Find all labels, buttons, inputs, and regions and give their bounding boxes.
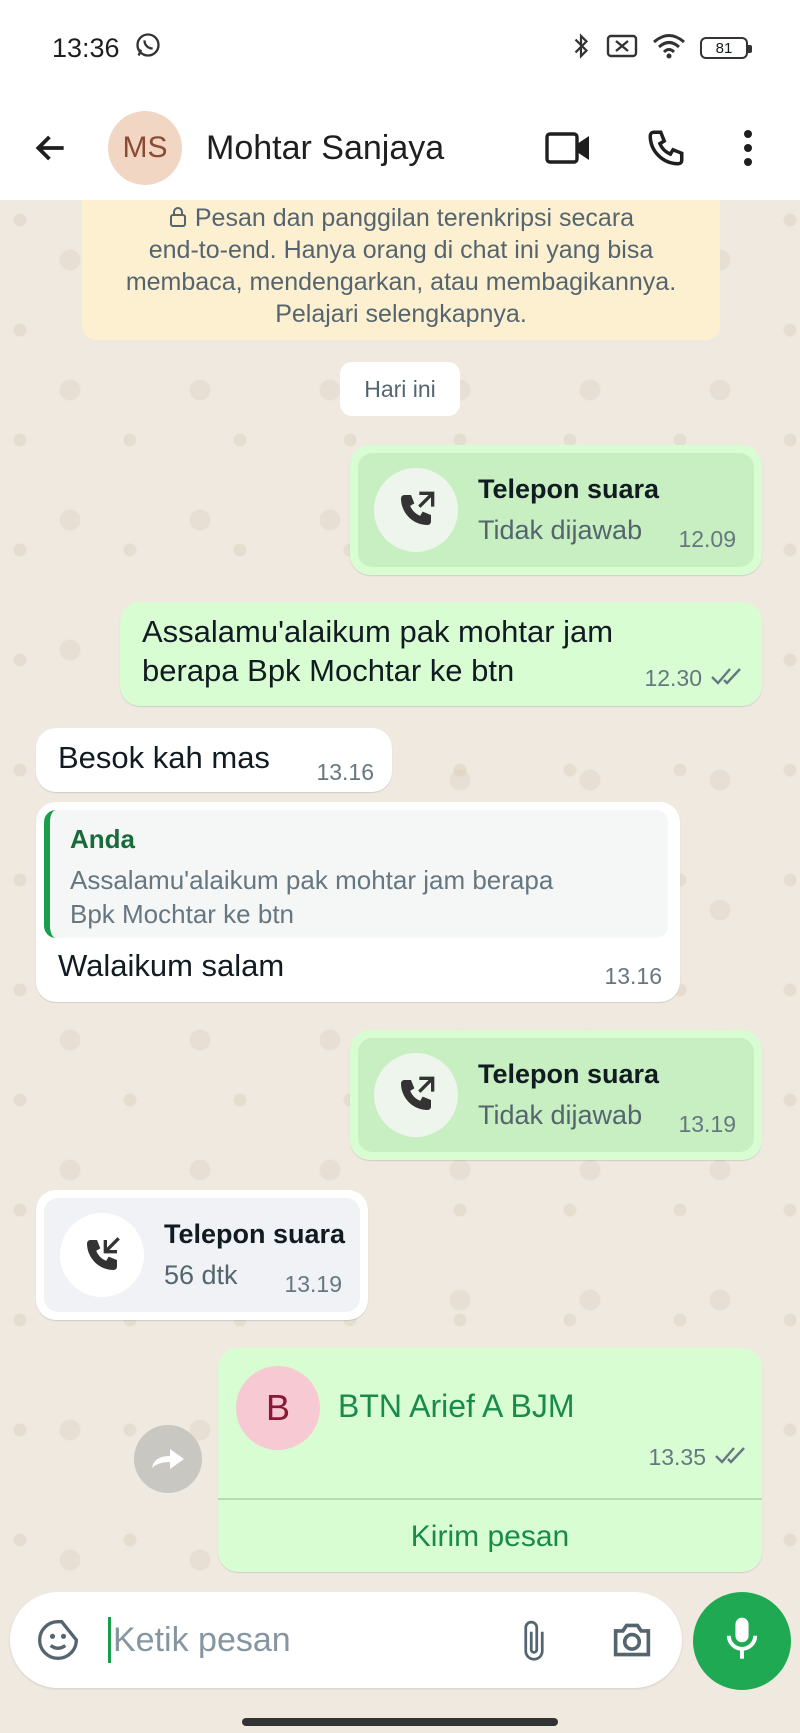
- call-message-2[interactable]: Telepon suara Tidak dijawab 13.19: [350, 1030, 762, 1160]
- phone-icon[interactable]: [626, 108, 706, 188]
- quote-text-line-2: Bpk Mochtar ke btn: [70, 899, 294, 929]
- back-arrow-icon[interactable]: [16, 113, 86, 183]
- message-text: Besok kah mas: [58, 740, 270, 775]
- avatar: B: [236, 1366, 320, 1450]
- encryption-line-2: end-to-end. Hanya orang di chat ini yang…: [148, 236, 654, 264]
- avatar[interactable]: MS: [108, 111, 182, 185]
- video-call-icon[interactable]: [528, 108, 608, 188]
- text-message-1[interactable]: Assalamu'alaikum pak mohtar jam berapa B…: [120, 602, 762, 706]
- quoted-message[interactable]: Anda Assalamu'alaikum pak mohtar jam ber…: [44, 810, 668, 938]
- battery-icon: 81: [700, 37, 752, 59]
- call-status: Tidak dijawab: [478, 515, 643, 545]
- contact-card-name: BTN Arief A BJM: [338, 1388, 575, 1424]
- message-text: Walaikum salam: [58, 948, 285, 983]
- call-message-1[interactable]: Telepon suara Tidak dijawab 12.09: [350, 445, 762, 575]
- encryption-notice[interactable]: Pesan dan panggilan terenkripsi secara e…: [82, 200, 720, 340]
- call-title: Telepon suara: [164, 1219, 346, 1249]
- call-title: Telepon suara: [478, 1059, 660, 1089]
- message-input[interactable]: Ketik pesan: [108, 1617, 498, 1663]
- message-time: 13.16: [316, 759, 374, 785]
- message-time: 13.35: [648, 1444, 706, 1470]
- encryption-line-1: Pesan dan panggilan terenkripsi secara: [194, 204, 635, 232]
- message-input-placeholder: Ketik pesan: [113, 1620, 291, 1659]
- contact-name[interactable]: Mohtar Sanjaya: [206, 129, 528, 168]
- status-time: 13:36: [52, 32, 120, 63]
- mute-icon: [606, 33, 638, 64]
- lock-icon: [168, 204, 188, 232]
- chat-area[interactable]: Pesan dan panggilan terenkripsi secara e…: [0, 200, 800, 1590]
- wifi-icon: [652, 32, 686, 65]
- mic-button[interactable]: [693, 1592, 791, 1690]
- message-time: 13.19: [284, 1271, 342, 1297]
- text-caret: [108, 1617, 111, 1663]
- reply-message[interactable]: Anda Assalamu'alaikum pak mohtar jam ber…: [36, 802, 680, 1002]
- sticker-icon[interactable]: [22, 1604, 94, 1676]
- text-message-2[interactable]: Besok kah mas 13.16: [36, 728, 392, 792]
- send-message-button[interactable]: Kirim pesan: [218, 1500, 762, 1574]
- whatsapp-icon: [134, 31, 162, 66]
- attach-icon[interactable]: [498, 1604, 570, 1676]
- message-time: 13.19: [678, 1111, 736, 1137]
- message-time: 12.30: [644, 665, 702, 691]
- bluetooth-icon: [570, 31, 592, 66]
- call-title: Telepon suara: [478, 474, 660, 504]
- call-message-3[interactable]: Telepon suara 56 dtk 13.19: [36, 1190, 368, 1320]
- message-time: 12.09: [678, 526, 736, 552]
- outgoing-call-icon: [374, 1053, 458, 1137]
- home-gesture-handle[interactable]: [242, 1718, 558, 1726]
- encryption-line-3: membaca, mendengarkan, atau membagikanny…: [125, 268, 677, 296]
- status-bar: 13:36 81: [0, 0, 800, 96]
- incoming-call-icon: [60, 1213, 144, 1297]
- message-text-line-2: berapa Bpk Mochtar ke btn: [142, 653, 515, 688]
- outgoing-call-icon: [374, 468, 458, 552]
- call-status: Tidak dijawab: [478, 1100, 643, 1130]
- message-time: 13.16: [604, 963, 662, 989]
- mic-icon: [725, 1616, 759, 1667]
- navigation-bar: [0, 1700, 800, 1733]
- message-composer: Ketik pesan: [10, 1592, 682, 1688]
- camera-icon[interactable]: [596, 1604, 668, 1676]
- quote-text-line-1: Assalamu'alaikum pak mohtar jam berapa: [70, 865, 554, 895]
- read-ticks-icon: [714, 1444, 748, 1471]
- quote-author: Anda: [70, 824, 135, 854]
- contact-card-message[interactable]: B BTN Arief A BJM 13.35 Kirim pesan: [218, 1348, 762, 1572]
- read-ticks-icon: [710, 665, 744, 692]
- forward-icon[interactable]: [134, 1425, 202, 1493]
- message-text-line-1: Assalamu'alaikum pak mohtar jam: [142, 614, 614, 649]
- date-divider: Hari ini: [340, 362, 460, 416]
- chat-header: MS Mohtar Sanjaya: [0, 96, 800, 200]
- encryption-line-4: Pelajari selengkapnya.: [275, 300, 527, 328]
- more-vert-icon[interactable]: [708, 108, 788, 188]
